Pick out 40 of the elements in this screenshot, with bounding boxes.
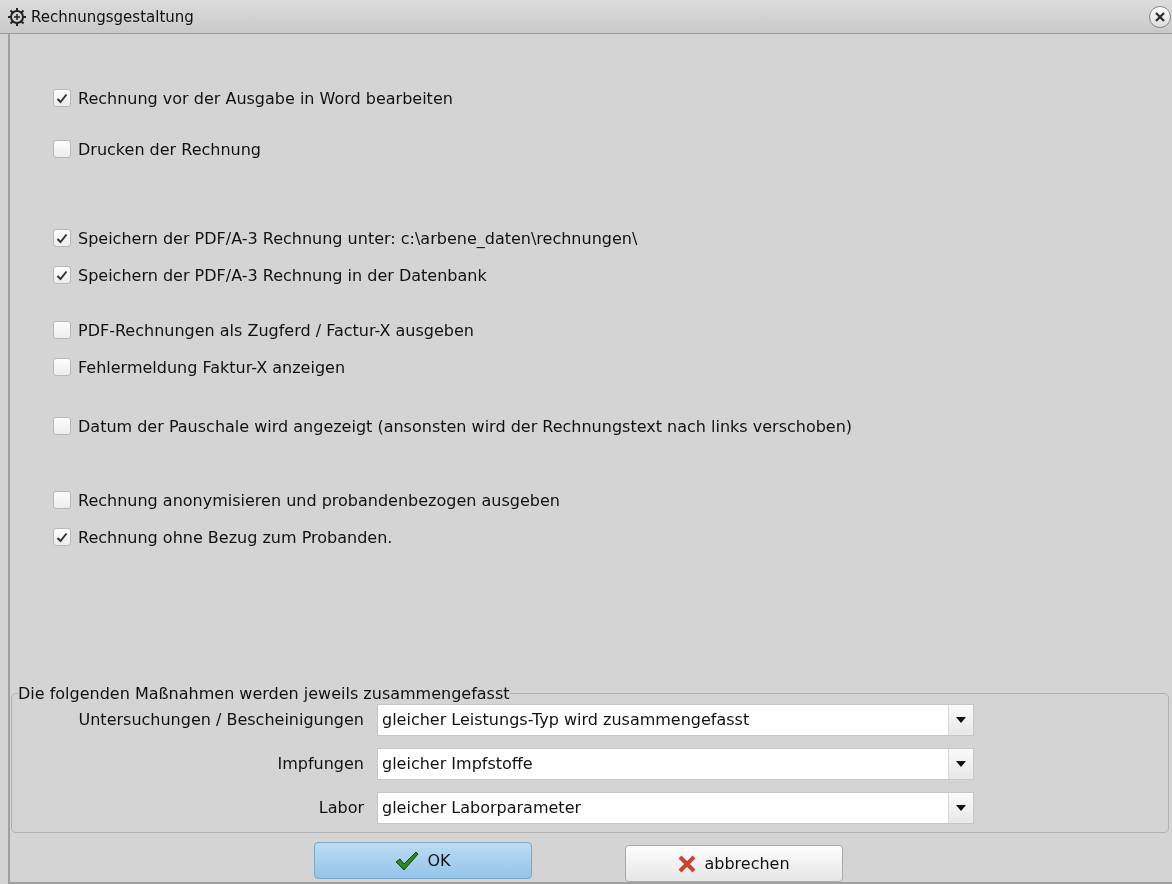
close-button[interactable] — [1149, 5, 1171, 28]
ok-button[interactable]: OK — [314, 842, 532, 879]
field-label: Untersuchungen / Bescheinigungen — [77, 710, 365, 729]
close-icon — [678, 854, 697, 873]
window-title: Rechnungsgestaltung — [31, 7, 195, 26]
checkmark-icon — [56, 92, 68, 104]
checkbox[interactable] — [53, 528, 71, 546]
option-label[interactable]: Drucken der Rechnung — [78, 139, 262, 159]
checkmark-icon — [56, 269, 68, 281]
checkbox[interactable] — [53, 491, 71, 509]
group-title: Die folgenden Maßnahmen werden jeweils zusammengefasst — [18, 684, 510, 703]
checkbox[interactable] — [53, 266, 71, 284]
option-label[interactable]: Speichern der PDF/A-3 Rechnung in der Datenbank — [78, 265, 487, 285]
dropdown-arrow-icon — [956, 760, 966, 767]
dropdown-field[interactable]: gleicher Laborparameter — [377, 791, 974, 824]
checkbox[interactable] — [53, 321, 71, 339]
field-label: Labor — [317, 798, 365, 817]
dropdown-field[interactable]: gleicher Leistungs-Typ wird zusammengefasst — [377, 703, 974, 736]
checkbox[interactable] — [53, 140, 71, 158]
dropdown-arrow-icon — [956, 716, 966, 723]
dropdown-field[interactable]: gleicher Impfstoffe — [377, 747, 974, 780]
checkbox[interactable] — [53, 89, 71, 107]
checkbox[interactable] — [53, 417, 71, 435]
option-label[interactable]: Fehlermeldung Faktur-X anzeigen — [78, 357, 346, 377]
option-label[interactable]: Datum der Pauschale wird angezeigt (ansonsten wird der Rechnungstext nach links verschoben) — [78, 416, 853, 436]
checkbox[interactable] — [53, 358, 71, 376]
option-label[interactable]: Rechnung anonymisieren und probandenbezogen ausgeben — [78, 490, 560, 510]
checkmark-icon — [395, 850, 420, 871]
checkbox[interactable] — [53, 229, 71, 247]
option-label[interactable]: Rechnung vor der Ausgabe in Word bearbeiten — [78, 88, 453, 108]
option-label[interactable]: PDF-Rechnungen als Zugferd / Factur-X ausgeben — [78, 320, 474, 340]
gear-icon — [7, 6, 27, 27]
dropdown-arrow-icon — [956, 804, 966, 811]
option-label[interactable]: Speichern der PDF/A-3 Rechnung unter: c:\arbene_daten\rechnungen\ — [78, 228, 638, 248]
checkmark-icon — [56, 232, 68, 244]
option-label[interactable]: Rechnung ohne Bezug zum Probanden. — [78, 527, 393, 547]
close-icon — [1155, 11, 1165, 22]
checkmark-icon — [56, 531, 68, 543]
field-label: Impfungen — [276, 754, 365, 773]
cancel-button[interactable]: abbrechen — [625, 845, 843, 882]
